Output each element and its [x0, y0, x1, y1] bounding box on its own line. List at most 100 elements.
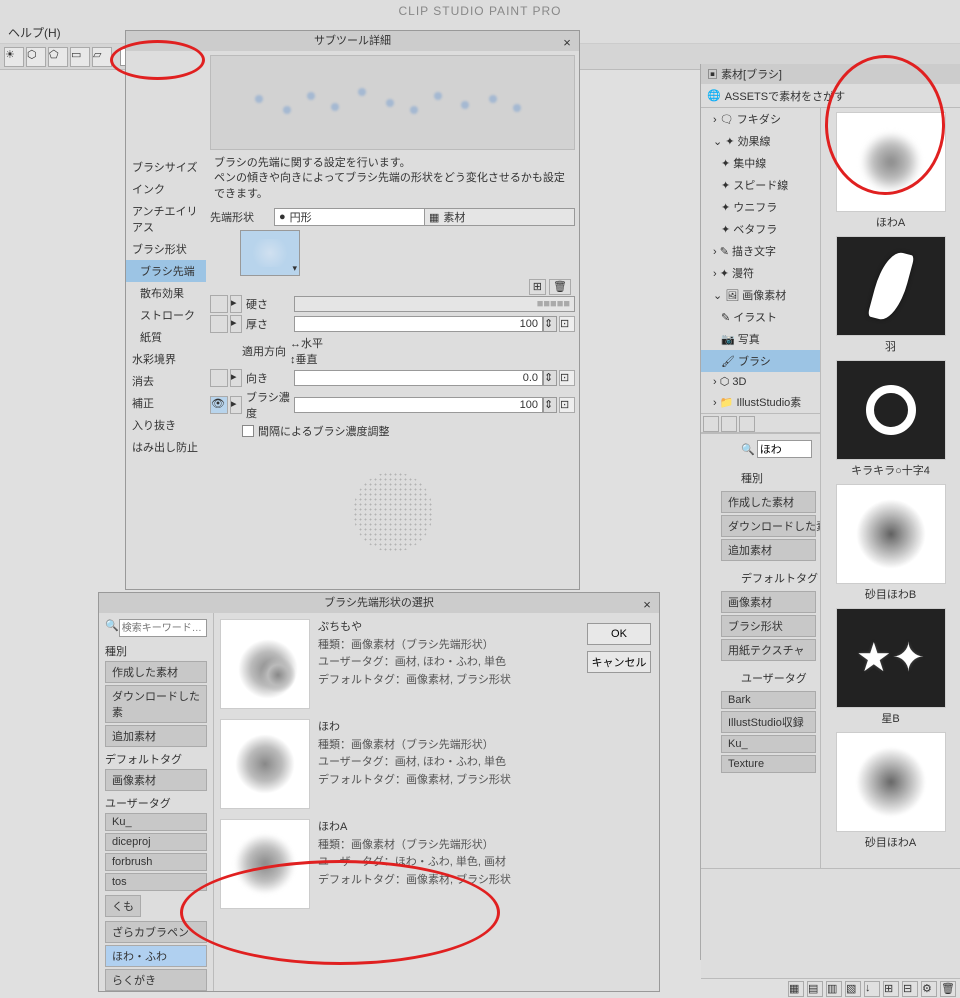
- cat-item[interactable]: インク: [126, 178, 206, 200]
- material-search-input[interactable]: [757, 440, 812, 458]
- cat-item[interactable]: 水彩境界: [126, 348, 206, 370]
- filter-tag[interactable]: tos: [105, 873, 207, 891]
- material-item[interactable]: ほわA 種類：画像素材（ブラシ先端形状） ユーザータグ：ほわ・ふわ, 単色, 画…: [220, 819, 573, 909]
- tool-icon[interactable]: [703, 416, 719, 432]
- remove-tip-icon[interactable]: 🗑: [549, 279, 571, 295]
- tool-icon[interactable]: ▱: [92, 47, 112, 67]
- stepper-icon[interactable]: ⇕: [543, 316, 557, 332]
- filter-tag[interactable]: ざらカブラペン: [105, 921, 207, 943]
- tree-item[interactable]: ✦ 集中線: [701, 152, 820, 174]
- tool-icon[interactable]: ⊞: [883, 981, 899, 997]
- filter-tag[interactable]: 追加素材: [721, 539, 816, 561]
- tree-item[interactable]: 📷 写真: [701, 328, 820, 350]
- tip-circle-option[interactable]: ●円形: [275, 209, 425, 225]
- filter-tag[interactable]: 用紙テクスチャ: [721, 639, 816, 661]
- view-icon[interactable]: ▥: [826, 981, 842, 997]
- filter-tag[interactable]: ほわ・ふわ: [105, 945, 207, 967]
- thickness-slider[interactable]: 100: [294, 316, 543, 332]
- filter-tag[interactable]: ダウンロードした素材: [721, 515, 816, 537]
- filter-tag[interactable]: 画像素材: [105, 769, 207, 791]
- cat-item[interactable]: ストローク: [126, 304, 206, 326]
- tip-shape-segmented[interactable]: ●円形 ▦素材: [274, 208, 575, 226]
- direction-slider[interactable]: 0.0: [294, 370, 543, 386]
- filter-tag[interactable]: らくがき: [105, 969, 207, 991]
- cat-item[interactable]: 補正: [126, 392, 206, 414]
- filter-tag[interactable]: forbrush: [105, 853, 207, 871]
- visibility-toggle[interactable]: [210, 369, 228, 387]
- cat-item[interactable]: アンチエイリアス: [126, 200, 206, 238]
- view-icon[interactable]: ▤: [807, 981, 823, 997]
- tree-item[interactable]: › ✎ 描き文字: [701, 240, 820, 262]
- vertical-option[interactable]: ↕垂直: [290, 351, 575, 367]
- tree-item[interactable]: › 📁 IllustStudio素: [701, 391, 820, 413]
- material-grid-item[interactable]: 砂目ほわB: [825, 484, 956, 602]
- cat-item[interactable]: はみ出し防止: [126, 436, 206, 458]
- tool-icon[interactable]: ▭: [70, 47, 90, 67]
- material-item[interactable]: ほわ 種類：画像素材（ブラシ先端形状） ユーザータグ：画材, ほわ・ふわ, 単色…: [220, 719, 573, 809]
- tree-item[interactable]: ✦ ウニフラ: [701, 196, 820, 218]
- tree-item[interactable]: › ⬡ 3D: [701, 372, 820, 391]
- settings-icon[interactable]: ⚙: [921, 981, 937, 997]
- visibility-toggle[interactable]: 👁: [210, 396, 228, 414]
- filter-tag[interactable]: 作成した素材: [105, 661, 207, 683]
- material-grid-item[interactable]: 羽: [825, 236, 956, 354]
- close-icon[interactable]: ×: [639, 595, 655, 611]
- tool-icon[interactable]: [721, 416, 737, 432]
- material-item[interactable]: ぷちもや 種類：画像素材（ブラシ先端形状） ユーザータグ：画材, ほわ・ふわ, …: [220, 619, 573, 709]
- tree-item[interactable]: ✎ イラスト: [701, 306, 820, 328]
- cat-item[interactable]: ブラシ先端: [126, 260, 206, 282]
- filter-tag[interactable]: Ku_: [105, 813, 207, 831]
- cancel-button[interactable]: キャンセル: [587, 651, 651, 673]
- trash-icon[interactable]: 🗑: [940, 981, 956, 997]
- expand-icon[interactable]: ▸: [230, 295, 242, 313]
- filter-tag[interactable]: 作成した素材: [721, 491, 816, 513]
- cat-item[interactable]: 入り抜き: [126, 414, 206, 436]
- cat-item[interactable]: ブラシサイズ: [126, 156, 206, 178]
- filter-tag[interactable]: 追加素材: [105, 725, 207, 747]
- tree-item[interactable]: › 🗨 フキダシ: [701, 108, 820, 130]
- filter-tag[interactable]: Bark: [721, 691, 816, 709]
- assets-search-bar[interactable]: 🌐 ASSETSで素材をさがす: [701, 84, 960, 108]
- search-input[interactable]: [119, 619, 207, 637]
- tip-material-option[interactable]: ▦素材: [425, 209, 574, 225]
- cat-item[interactable]: 消去: [126, 370, 206, 392]
- tool-icon[interactable]: [739, 416, 755, 432]
- filter-tag[interactable]: 画像素材: [721, 591, 816, 613]
- add-tip-icon[interactable]: ⊞: [529, 279, 546, 295]
- tip-thumbnail[interactable]: ▾: [240, 230, 300, 276]
- expand-icon[interactable]: ▸: [230, 315, 242, 333]
- tool-icon[interactable]: ⊟: [902, 981, 918, 997]
- visibility-toggle[interactable]: [210, 295, 228, 313]
- filter-tag[interactable]: diceproj: [105, 833, 207, 851]
- tree-item[interactable]: ✦ ベタフラ: [701, 218, 820, 240]
- tree-item[interactable]: ✦ スピード線: [701, 174, 820, 196]
- view-icon[interactable]: ▧: [845, 981, 861, 997]
- menu-help[interactable]: ヘルプ(H): [8, 26, 61, 40]
- material-grid-item[interactable]: ★✦星B: [825, 608, 956, 726]
- density-slider[interactable]: 100: [294, 397, 543, 413]
- stepper-icon[interactable]: ⇕: [543, 370, 557, 386]
- tool-icon[interactable]: ⬡: [26, 47, 46, 67]
- link-icon[interactable]: ⊡: [559, 397, 575, 413]
- material-grid-item[interactable]: ほわA: [825, 112, 956, 230]
- cat-item[interactable]: 散布効果: [126, 282, 206, 304]
- tree-item[interactable]: › ✦ 漫符: [701, 262, 820, 284]
- stepper-icon[interactable]: ⇕: [543, 397, 557, 413]
- filter-tag[interactable]: IllustStudio収録: [721, 711, 816, 733]
- visibility-toggle[interactable]: [210, 315, 228, 333]
- filter-tag[interactable]: Ku_: [721, 735, 816, 753]
- ok-button[interactable]: OK: [587, 623, 651, 645]
- filter-tag[interactable]: ダウンロードした素: [105, 685, 207, 723]
- hardness-slider[interactable]: ■■■■■: [294, 296, 575, 312]
- filter-tag[interactable]: Texture: [721, 755, 816, 773]
- apply-dir-segmented[interactable]: ↔水平 ↕垂直: [290, 335, 575, 367]
- tree-item[interactable]: ⌄ ✦ 効果線: [701, 130, 820, 152]
- tool-icon[interactable]: ⬠: [48, 47, 68, 67]
- density-interval-checkbox[interactable]: [242, 425, 254, 437]
- horizontal-option[interactable]: ↔水平: [290, 335, 575, 351]
- view-icon[interactable]: ▦: [788, 981, 804, 997]
- close-icon[interactable]: ×: [559, 33, 575, 49]
- material-grid-item[interactable]: 砂目ほわA: [825, 732, 956, 850]
- link-icon[interactable]: ⊡: [559, 316, 575, 332]
- expand-icon[interactable]: ▸: [230, 396, 242, 414]
